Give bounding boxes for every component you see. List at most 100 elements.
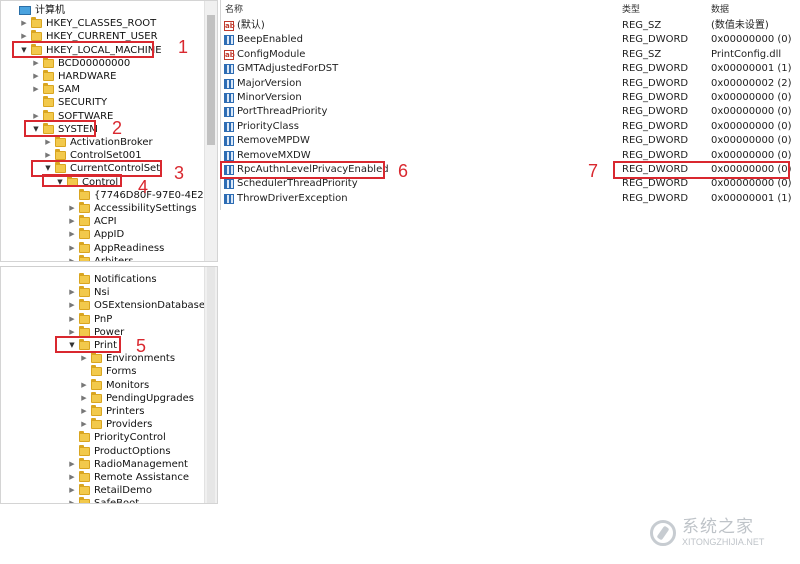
folder-icon — [79, 215, 90, 227]
chevron-right-icon[interactable]: ▶ — [67, 484, 77, 497]
tree-node[interactable]: ProductOptions — [67, 444, 171, 458]
chevron-right-icon[interactable]: ▶ — [79, 418, 89, 431]
value-row[interactable]: MinorVersion REG_DWORD 0x00000000 (0) — [221, 91, 799, 105]
chevron-right-icon[interactable]: ▶ — [67, 255, 77, 261]
tree-scrollbar-thumb-top[interactable] — [207, 15, 215, 145]
tree-node[interactable]: ▶ Printers — [79, 405, 144, 418]
dword-value-icon — [224, 150, 234, 161]
tree-node[interactable]: SECURITY — [31, 96, 107, 109]
tree-node[interactable]: 计算机 — [7, 4, 65, 17]
value-row[interactable]: BeepEnabled REG_DWORD 0x00000000 (0) — [221, 33, 799, 47]
tree-scrollbar-thumb-bottom[interactable] — [207, 267, 215, 503]
tree-node-label: PnP — [94, 313, 113, 325]
folder-icon — [91, 378, 102, 390]
folder-icon — [79, 312, 90, 324]
value-row[interactable]: ab (默认) REG_SZ (数值未设置) — [221, 19, 799, 33]
tree-node[interactable]: ▶ BCD00000000 — [31, 56, 130, 70]
value-row[interactable]: ab ConfigModule REG_SZ PrintConfig.dll — [221, 48, 799, 62]
tree-node[interactable]: ▶ ActivationBroker — [43, 136, 153, 149]
tree-node[interactable]: ▶ PendingUpgrades — [79, 391, 194, 405]
tree-node[interactable]: ▶ Providers — [79, 418, 152, 431]
tree-node[interactable]: ▶ AccessibilitySettings — [67, 202, 197, 215]
computer-icon — [19, 6, 31, 15]
chevron-right-icon[interactable]: ▶ — [79, 405, 89, 418]
tree-node-label: RadioManagement — [94, 458, 188, 470]
tree-node[interactable]: ▶ ACPI — [67, 215, 117, 228]
column-header-type[interactable]: 类型 — [622, 2, 640, 16]
annotation-number-6: 6 — [398, 161, 409, 181]
column-header-name[interactable]: 名称 — [225, 2, 243, 16]
value-row[interactable]: RemoveMPDW REG_DWORD 0x00000000 (0) — [221, 134, 799, 148]
tree-node[interactable]: ▶ Environments — [79, 352, 175, 365]
value-row[interactable]: ThrowDriverException REG_DWORD 0x00000001 … — [221, 192, 799, 206]
value-row[interactable]: PriorityClass REG_DWORD 0x00000000 (0) — [221, 120, 799, 134]
folder-icon — [91, 391, 102, 403]
chevron-right-icon[interactable]: ▶ — [79, 352, 89, 365]
chevron-right-icon[interactable]: ▶ — [31, 70, 41, 83]
tree-node[interactable]: ▶ SafeBoot — [67, 497, 139, 503]
tree-scrollbar-bottom[interactable] — [204, 267, 217, 503]
value-row[interactable]: MajorVersion REG_DWORD 0x00000002 (2) — [221, 77, 799, 91]
chevron-right-icon[interactable]: ▶ — [67, 458, 77, 471]
value-type: REG_SZ — [622, 20, 662, 31]
folder-icon — [91, 352, 102, 364]
chevron-right-icon[interactable]: ▶ — [31, 83, 41, 96]
chevron-right-icon[interactable]: ▶ — [67, 313, 77, 326]
chevron-right-icon[interactable]: ▶ — [79, 379, 89, 392]
chevron-right-icon[interactable]: ▶ — [43, 136, 53, 149]
tree-node[interactable]: PriorityControl — [67, 431, 166, 444]
chevron-right-icon[interactable]: ▶ — [67, 497, 77, 503]
tree-node[interactable]: ▶ AppReadiness — [67, 241, 164, 255]
tree-node[interactable]: ▶ Nsi — [67, 286, 109, 299]
chevron-right-icon[interactable]: ▶ — [79, 392, 89, 405]
chevron-right-icon[interactable]: ▶ — [67, 228, 77, 241]
tree-node-label: HARDWARE — [58, 71, 117, 82]
folder-icon — [43, 96, 54, 108]
value-type: REG_DWORD — [622, 178, 689, 190]
value-row[interactable]: SchedulerThreadPriority REG_DWORD 0x000000… — [221, 177, 799, 191]
tree-node[interactable]: ▶ RadioManagement — [67, 457, 188, 471]
folder-icon — [79, 228, 90, 240]
value-row[interactable]: GMTAdjustedForDST REG_DWORD 0x00000001 (1) — [221, 62, 799, 76]
tree-node[interactable]: ▶ RetailDemo — [67, 484, 152, 497]
value-type: REG_DWORD — [622, 92, 689, 103]
value-data: 0x00000000 (0) — [711, 120, 792, 132]
value-name: ConfigModule — [237, 48, 306, 60]
chevron-right-icon[interactable]: ▶ — [67, 242, 77, 255]
string-value-icon: ab — [224, 49, 235, 60]
value-name: GMTAdjustedForDST — [237, 63, 339, 75]
tree-scrollbar-top[interactable] — [204, 1, 217, 261]
chevron-right-icon[interactable]: ▶ — [67, 202, 77, 215]
tree-node[interactable]: Notifications — [67, 273, 157, 286]
tree-node[interactable]: ▶ PnP — [67, 312, 113, 326]
tree-node[interactable]: ▶ OSExtensionDatabase — [67, 299, 205, 312]
value-type: REG_DWORD — [622, 192, 689, 204]
column-header-data[interactable]: 数据 — [711, 2, 729, 16]
folder-icon — [31, 17, 42, 29]
dword-value-icon — [224, 35, 234, 46]
highlight-box-hklm — [12, 41, 154, 58]
tree-node[interactable]: ▶ HARDWARE — [31, 70, 116, 83]
chevron-right-icon[interactable]: ▶ — [67, 286, 77, 299]
tree-node[interactable]: ▶ HKEY_CLASSES_ROOT — [19, 17, 156, 30]
chevron-right-icon[interactable]: ▶ — [31, 57, 41, 70]
tree-node[interactable]: ▶ Monitors — [79, 378, 149, 392]
value-row[interactable]: PortThreadPriority REG_DWORD 0x00000000 (0… — [221, 105, 799, 119]
dword-value-icon — [224, 136, 234, 147]
tree-node[interactable]: ▶ AppID — [67, 228, 124, 241]
tree-node[interactable]: Forms — [79, 365, 136, 378]
highlight-box-print — [55, 336, 121, 353]
chevron-right-icon[interactable]: ▶ — [19, 17, 29, 30]
folder-icon — [79, 431, 90, 443]
folder-icon — [79, 188, 90, 200]
annotation-number-1: 1 — [178, 37, 189, 57]
tree-node-label: Arbiters — [94, 255, 134, 262]
tree-node[interactable]: ▶ Remote Assistance — [67, 471, 189, 484]
tree-node-label: ACPI — [94, 216, 117, 228]
tree-node[interactable]: ▶ Arbiters — [67, 254, 134, 262]
chevron-right-icon[interactable]: ▶ — [67, 471, 77, 484]
registry-tree-pane-bottom[interactable]: Notifications ▶ Nsi ▶ OSExtensionDatabase ▶ Pn… — [0, 266, 218, 504]
chevron-right-icon[interactable]: ▶ — [67, 299, 77, 312]
tree-node[interactable]: ▶ SAM — [31, 83, 80, 96]
chevron-right-icon[interactable]: ▶ — [67, 215, 77, 228]
